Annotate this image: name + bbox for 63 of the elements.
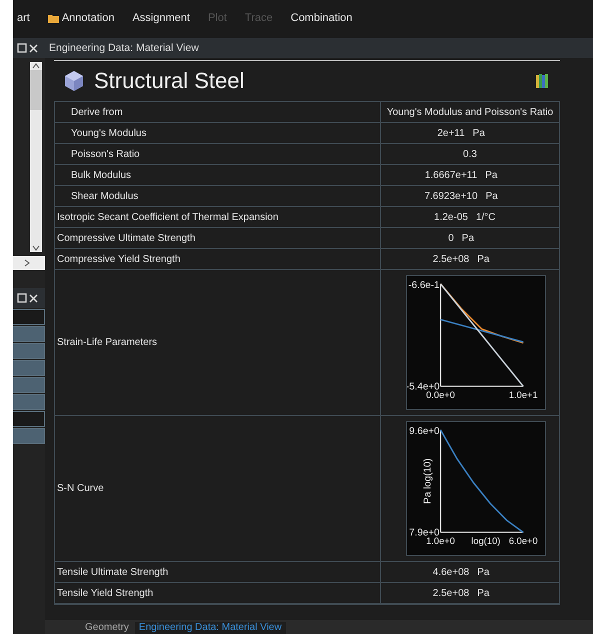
property-value: 2e+11 bbox=[437, 128, 465, 138]
property-name: Strain-Life Parameters bbox=[55, 270, 381, 415]
scroll-up-icon[interactable] bbox=[32, 62, 40, 70]
scroll-down-icon[interactable] bbox=[32, 244, 40, 252]
maximize-icon[interactable] bbox=[17, 293, 27, 303]
property-name: Tensile Yield Strength bbox=[55, 583, 381, 603]
property-name: Compressive Yield Strength bbox=[55, 249, 381, 269]
property-value: 0 bbox=[448, 232, 454, 244]
unit-label: Pa bbox=[462, 232, 476, 244]
unit-label: Pa bbox=[485, 170, 498, 180]
unit-label: Pa bbox=[486, 190, 499, 202]
property-name: Poisson's Ratio bbox=[55, 144, 381, 164]
property-value: 4.6e+08 bbox=[432, 566, 470, 578]
list-row[interactable] bbox=[13, 411, 45, 427]
tick-label: 6.0e+0 bbox=[508, 536, 538, 546]
tick-label: -6.6e-1 bbox=[408, 280, 440, 291]
scrollbar[interactable] bbox=[30, 62, 42, 252]
tick-label: 1.0e+0 bbox=[426, 536, 455, 546]
scroll-thumb[interactable] bbox=[30, 70, 42, 110]
panel-title: Engineering Data: Material View bbox=[49, 42, 199, 54]
close-icon[interactable] bbox=[29, 294, 38, 302]
property-name: Derive from bbox=[55, 102, 381, 122]
property-value: 2.5e+08 bbox=[432, 254, 470, 264]
axis-label: log(10) bbox=[471, 536, 500, 546]
property-value: Young's Modulus and Poisson's Ratio bbox=[386, 106, 554, 118]
property-name: Tensile Ultimate Strength bbox=[55, 562, 381, 582]
tick-label: 7.9e+0 bbox=[409, 527, 440, 538]
toolbar-button[interactable]: Annotation bbox=[48, 12, 114, 24]
list-row[interactable] bbox=[13, 309, 45, 325]
scroll-right-icon[interactable] bbox=[23, 259, 31, 267]
property-name: S-N Curve bbox=[55, 416, 381, 561]
document-tab[interactable]: Geometry bbox=[81, 622, 133, 634]
axis-label: Pa log(10) bbox=[422, 458, 434, 504]
folder-icon bbox=[48, 14, 59, 22]
unit-label: Pa bbox=[477, 566, 490, 578]
material-title: Structural Steel bbox=[94, 68, 246, 94]
horizontal-scrollbar[interactable] bbox=[13, 256, 45, 270]
tick-label: 0.0e+0 bbox=[426, 390, 455, 400]
property-name: Isotropic Secant Coefficient of Thermal Expansion bbox=[55, 207, 381, 227]
cube-icon bbox=[64, 70, 84, 92]
property-value: 2.5e+08 bbox=[432, 588, 470, 598]
unit-label: Pa bbox=[477, 588, 490, 598]
unit-label: Pa bbox=[477, 254, 490, 264]
tick-label: 9.6e+0 bbox=[409, 426, 440, 437]
property-value: 0.3 bbox=[463, 148, 477, 160]
close-icon[interactable] bbox=[29, 44, 38, 52]
property-name: Compressive Ultimate Strength bbox=[55, 228, 381, 248]
document-tab[interactable]: Engineering Data: Material View bbox=[134, 622, 286, 634]
property-name: Young's Modulus bbox=[55, 123, 381, 143]
toolbar-button[interactable]: Assignment bbox=[132, 12, 190, 24]
maximize-icon[interactable] bbox=[17, 43, 27, 53]
property-name: Shear Modulus bbox=[55, 186, 381, 206]
property-name: Bulk Modulus bbox=[55, 165, 381, 185]
toolbar-button[interactable]: art bbox=[17, 12, 30, 24]
tick-label: -5.4e+0 bbox=[406, 381, 440, 392]
property-value: 1.2e-05 bbox=[434, 212, 468, 222]
unit-label: Pa bbox=[472, 128, 486, 138]
toolbar-button[interactable]: Combination bbox=[290, 12, 352, 24]
tick-label: 1.0e+1 bbox=[508, 390, 538, 400]
property-value: 7.6923e+10 bbox=[424, 190, 478, 202]
library-icon[interactable] bbox=[536, 74, 548, 88]
property-value: 1.6667e+11 bbox=[424, 170, 478, 180]
unit-label: 1/°C bbox=[476, 212, 497, 222]
